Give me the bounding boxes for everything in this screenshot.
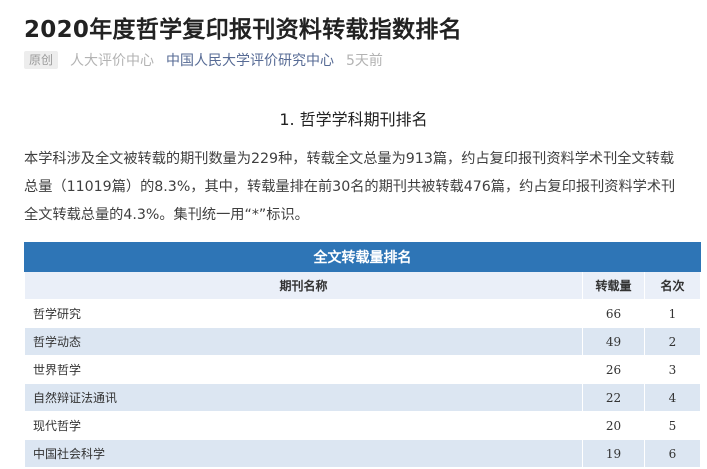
rank-cell: 3 — [644, 355, 701, 384]
table-row: 哲学动态 49 2 — [24, 327, 701, 356]
count-cell: 26 — [582, 355, 645, 384]
table-caption: 全文转载量排名 — [24, 242, 701, 272]
rank-cell: 5 — [644, 411, 701, 440]
table-row: 世界哲学 26 3 — [24, 355, 701, 384]
author-source: 人大评价中心 — [70, 53, 155, 69]
journal-name-cell: 现代哲学 — [24, 411, 583, 440]
count-cell: 20 — [582, 411, 645, 440]
column-header-rank: 名次 — [644, 271, 701, 300]
journal-name-cell: 中国社会科学 — [24, 439, 583, 468]
column-header-count: 转载量 — [582, 271, 645, 300]
table-row: 中国社会科学 19 6 — [24, 439, 701, 468]
account-name-link[interactable]: 中国人民大学评价研究中心 — [166, 50, 334, 70]
article-title: 2020年度哲学复印报刊资料转载指数排名 — [24, 17, 463, 43]
rank-cell: 4 — [644, 383, 701, 412]
journal-name-cell: 世界哲学 — [24, 355, 583, 384]
column-header-name: 期刊名称 — [24, 271, 583, 300]
article: 2020年度哲学复印报刊资料转载指数排名 原创 人大评价中心 中国人民大学评价研… — [0, 0, 707, 469]
table-row: 自然辩证法通讯 22 4 — [24, 383, 701, 412]
article-meta: 原创 人大评价中心 中国人民大学评价研究中心 5天前 — [24, 50, 383, 70]
table-row: 现代哲学 20 5 — [24, 411, 701, 440]
publish-time: 5天前 — [346, 53, 383, 69]
ranking-table: 全文转载量排名 期刊名称 转载量 名次 哲学研究 66 1 哲学动态 49 2 … — [24, 242, 701, 468]
original-badge: 原创 — [24, 51, 59, 69]
count-cell: 22 — [582, 383, 645, 412]
rank-cell: 6 — [644, 439, 701, 468]
count-cell: 66 — [582, 299, 645, 328]
rank-cell: 1 — [644, 299, 701, 328]
intro-paragraph: 本学科涉及全文被转载的期刊数量为229种，转载全文总量为913篇，约占复印报刊资… — [24, 151, 676, 223]
count-cell: 49 — [582, 327, 645, 356]
journal-name-cell: 哲学研究 — [24, 299, 583, 328]
table-row: 哲学研究 66 1 — [24, 299, 701, 328]
count-cell: 19 — [582, 439, 645, 468]
rank-cell: 2 — [644, 327, 701, 356]
section-heading: 1. 哲学学科期刊排名 — [279, 110, 428, 129]
journal-name-cell: 哲学动态 — [24, 327, 583, 356]
journal-name-cell: 自然辩证法通讯 — [24, 383, 583, 412]
